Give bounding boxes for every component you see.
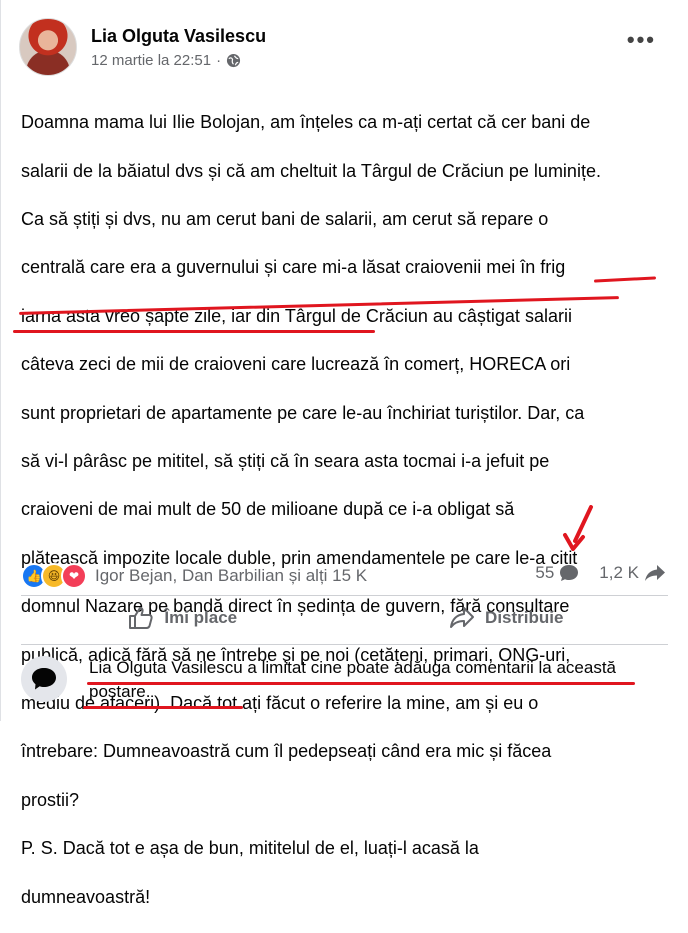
post-card: Lia Olguta Vasilescu 12 martie la 22:51 … [0,0,688,907]
share-button[interactable]: Distribuie [345,600,669,636]
like-button[interactable]: Îmi place [21,600,345,636]
post-timestamp[interactable]: 12 martie la 22:51 [91,52,211,69]
reactions-summary[interactable]: 👍 😆 ❤ Igor Bejan, Dan Barbilian și alți … [21,563,367,589]
engagement-counts: 55 1,2 K [535,563,666,583]
red-arrow-annotation [563,505,593,551]
divider [21,644,668,645]
globe-icon[interactable] [226,53,241,68]
thumbs-up-icon [129,607,153,629]
post-line: iarna asta vreo șapte zile, iar din Târg… [21,305,572,326]
author-name[interactable]: Lia Olguta Vasilescu [91,25,266,47]
post-line: prostii? [21,789,80,810]
post-header: Lia Olguta Vasilescu 12 martie la 22:51 … [19,18,266,76]
reaction-names[interactable]: Igor Bejan, Dan Barbilian și alți 15 K [95,566,367,586]
red-underline-annotation [13,330,375,333]
post-actions: Îmi place Distribuie [21,600,668,636]
separator-dot: · [216,52,222,69]
red-underline-annotation [83,706,243,709]
more-options-icon[interactable]: ••• [627,29,656,51]
divider [21,595,668,596]
post-line: Doamna mama lui Ilie Bolojan, am înțeles… [21,112,591,133]
red-underline-annotation [87,682,635,685]
notice-text: Lia Olguta Vasilescu a limitat cine poat… [89,658,616,701]
post-line: salarii de la băiatul dvs și că am chelt… [21,160,601,181]
share-label: Distribuie [485,608,564,627]
post-line: să vi-l pârâsc pe mititel, să știți că î… [21,451,550,472]
share-count[interactable]: 1,2 K [599,563,639,583]
post-line: centrală care era a guvernului și care m… [21,257,566,278]
love-reaction-icon: ❤ [61,563,87,589]
share-icon [645,565,665,581]
post-line: sunt proprietari de apartamente pe care … [21,402,585,423]
author-avatar[interactable] [19,18,77,76]
post-meta: Lia Olguta Vasilescu 12 martie la 22:51 … [91,25,266,69]
post-line: dumneavoastră! [21,886,151,907]
comments-limited-notice: Lia Olguta Vasilescu a limitat cine poat… [21,656,649,704]
post-line: câteva zeci de mii de craioveni care luc… [21,354,571,375]
share-arrow-icon [450,607,475,628]
comment-icon [21,656,67,702]
post-line: Ca să știți și dvs, nu am cerut bani de … [21,209,549,230]
post-time-row: 12 martie la 22:51 · [91,52,266,69]
post-line: întrebare: Dumneavoastră cum îl pedepsea… [21,741,552,762]
comment-icon [560,565,579,581]
comment-count[interactable]: 55 [535,563,554,583]
post-line: P. S. Dacă tot e așa de bun, mititelul d… [21,838,479,859]
like-label: Îmi place [164,608,238,627]
